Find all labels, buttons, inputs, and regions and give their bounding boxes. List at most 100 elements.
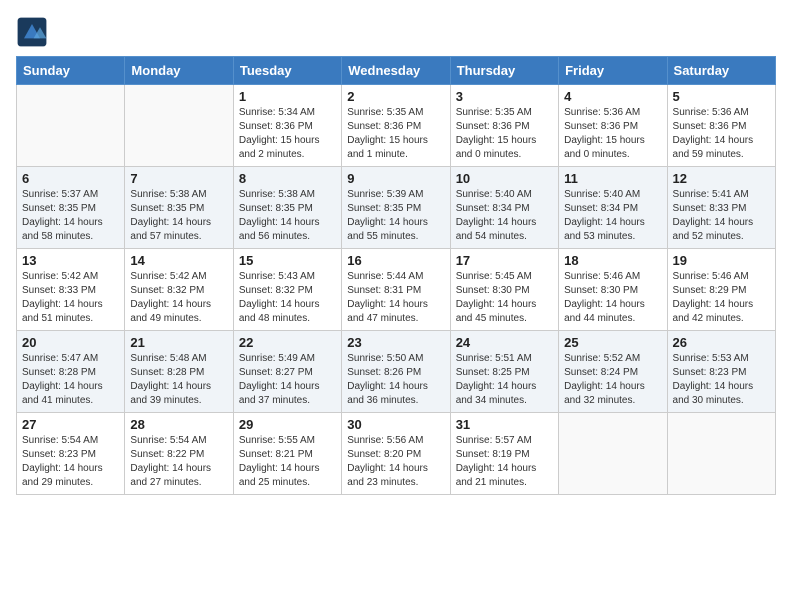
weekday-header: Saturday [667,57,775,85]
day-number: 26 [673,335,770,350]
day-number: 9 [347,171,444,186]
calendar-cell: 23 Sunrise: 5:50 AM Sunset: 8:26 PM Dayli… [342,331,450,413]
calendar-cell: 27 Sunrise: 5:54 AM Sunset: 8:23 PM Dayli… [17,413,125,495]
day-number: 3 [456,89,553,104]
day-number: 28 [130,417,227,432]
day-detail: Sunrise: 5:48 AM Sunset: 8:28 PM Dayligh… [130,352,227,408]
day-detail: Sunrise: 5:41 AM Sunset: 8:33 PM Dayligh… [673,188,770,244]
day-number: 20 [22,335,119,350]
calendar-cell: 22 Sunrise: 5:49 AM Sunset: 8:27 PM Dayli… [233,331,341,413]
calendar-cell: 14Sunrise: 5:42 AM Sunset: 8:32 PM Dayli… [125,249,233,331]
day-number: 6 [22,171,119,186]
day-number: 5 [673,89,770,104]
calendar-cell: 25 Sunrise: 5:52 AM Sunset: 8:24 PM Dayli… [559,331,667,413]
day-detail: Sunrise: 5:54 AM Sunset: 8:22 PM Dayligh… [130,434,227,490]
calendar-cell [17,85,125,167]
calendar-cell: 30 Sunrise: 5:56 AM Sunset: 8:20 PM Dayli… [342,413,450,495]
day-number: 12 [673,171,770,186]
calendar-week-row: 1 Sunrise: 5:34 AM Sunset: 8:36 PM Daylig… [17,85,776,167]
day-number: 7 [130,171,227,186]
day-detail: Sunrise: 5:40 AM Sunset: 8:34 PM Dayligh… [456,188,553,244]
calendar-cell: 7 Sunrise: 5:38 AM Sunset: 8:35 PM Daylig… [125,167,233,249]
calendar-cell: 10 Sunrise: 5:40 AM Sunset: 8:34 PM Dayli… [450,167,558,249]
day-detail: Sunrise: 5:46 AM Sunset: 8:30 PM Dayligh… [564,270,661,326]
calendar-cell: 12 Sunrise: 5:41 AM Sunset: 8:33 PM Dayli… [667,167,775,249]
calendar-cell: 20 Sunrise: 5:47 AM Sunset: 8:28 PM Dayli… [17,331,125,413]
day-detail: Sunrise: 5:35 AM Sunset: 8:36 PM Dayligh… [347,106,444,162]
weekday-header: Sunday [17,57,125,85]
calendar-cell: 2Sunrise: 5:35 AM Sunset: 8:36 PM Daylig… [342,85,450,167]
day-number: 15 [239,253,336,268]
day-number: 21 [130,335,227,350]
calendar-cell: 21 Sunrise: 5:48 AM Sunset: 8:28 PM Dayli… [125,331,233,413]
calendar-cell: 26 Sunrise: 5:53 AM Sunset: 8:23 PM Dayli… [667,331,775,413]
day-detail: Sunrise: 5:55 AM Sunset: 8:21 PM Dayligh… [239,434,336,490]
weekday-header: Monday [125,57,233,85]
calendar-cell: 8Sunrise: 5:38 AM Sunset: 8:35 PM Daylig… [233,167,341,249]
day-number: 4 [564,89,661,104]
day-detail: Sunrise: 5:46 AM Sunset: 8:29 PM Dayligh… [673,270,770,326]
day-detail: Sunrise: 5:50 AM Sunset: 8:26 PM Dayligh… [347,352,444,408]
weekday-header: Wednesday [342,57,450,85]
day-number: 10 [456,171,553,186]
day-detail: Sunrise: 5:43 AM Sunset: 8:32 PM Dayligh… [239,270,336,326]
day-detail: Sunrise: 5:45 AM Sunset: 8:30 PM Dayligh… [456,270,553,326]
day-number: 27 [22,417,119,432]
day-detail: Sunrise: 5:35 AM Sunset: 8:36 PM Dayligh… [456,106,553,162]
day-detail: Sunrise: 5:47 AM Sunset: 8:28 PM Dayligh… [22,352,119,408]
weekday-header: Friday [559,57,667,85]
calendar-cell: 11 Sunrise: 5:40 AM Sunset: 8:34 PM Dayli… [559,167,667,249]
day-detail: Sunrise: 5:37 AM Sunset: 8:35 PM Dayligh… [22,188,119,244]
day-detail: Sunrise: 5:57 AM Sunset: 8:19 PM Dayligh… [456,434,553,490]
day-number: 22 [239,335,336,350]
day-number: 1 [239,89,336,104]
day-detail: Sunrise: 5:51 AM Sunset: 8:25 PM Dayligh… [456,352,553,408]
day-detail: Sunrise: 5:54 AM Sunset: 8:23 PM Dayligh… [22,434,119,490]
day-number: 24 [456,335,553,350]
calendar-cell: 28 Sunrise: 5:54 AM Sunset: 8:22 PM Dayli… [125,413,233,495]
calendar-cell [559,413,667,495]
day-detail: Sunrise: 5:49 AM Sunset: 8:27 PM Dayligh… [239,352,336,408]
day-number: 17 [456,253,553,268]
day-detail: Sunrise: 5:42 AM Sunset: 8:32 PM Dayligh… [130,270,227,326]
calendar-cell [667,413,775,495]
day-detail: Sunrise: 5:53 AM Sunset: 8:23 PM Dayligh… [673,352,770,408]
calendar-header-row: SundayMondayTuesdayWednesdayThursdayFrid… [17,57,776,85]
day-number: 13 [22,253,119,268]
day-detail: Sunrise: 5:38 AM Sunset: 8:35 PM Dayligh… [130,188,227,244]
day-number: 25 [564,335,661,350]
day-number: 29 [239,417,336,432]
page-header [16,16,776,48]
calendar-week-row: 13Sunrise: 5:42 AM Sunset: 8:33 PM Dayli… [17,249,776,331]
calendar-cell: 3 Sunrise: 5:35 AM Sunset: 8:36 PM Daylig… [450,85,558,167]
calendar-cell: 17 Sunrise: 5:45 AM Sunset: 8:30 PM Dayli… [450,249,558,331]
day-detail: Sunrise: 5:40 AM Sunset: 8:34 PM Dayligh… [564,188,661,244]
logo [16,16,52,48]
calendar-cell: 19Sunrise: 5:46 AM Sunset: 8:29 PM Dayli… [667,249,775,331]
calendar-week-row: 6 Sunrise: 5:37 AM Sunset: 8:35 PM Daylig… [17,167,776,249]
day-number: 11 [564,171,661,186]
calendar-week-row: 27 Sunrise: 5:54 AM Sunset: 8:23 PM Dayli… [17,413,776,495]
weekday-header: Tuesday [233,57,341,85]
day-detail: Sunrise: 5:56 AM Sunset: 8:20 PM Dayligh… [347,434,444,490]
logo-icon [16,16,48,48]
calendar-cell [125,85,233,167]
day-number: 23 [347,335,444,350]
day-detail: Sunrise: 5:52 AM Sunset: 8:24 PM Dayligh… [564,352,661,408]
day-number: 30 [347,417,444,432]
calendar-cell: 1 Sunrise: 5:34 AM Sunset: 8:36 PM Daylig… [233,85,341,167]
calendar-cell: 5 Sunrise: 5:36 AM Sunset: 8:36 PM Daylig… [667,85,775,167]
day-number: 18 [564,253,661,268]
day-detail: Sunrise: 5:36 AM Sunset: 8:36 PM Dayligh… [673,106,770,162]
calendar-cell: 4Sunrise: 5:36 AM Sunset: 8:36 PM Daylig… [559,85,667,167]
calendar-cell: 31Sunrise: 5:57 AM Sunset: 8:19 PM Dayli… [450,413,558,495]
calendar-cell: 13Sunrise: 5:42 AM Sunset: 8:33 PM Dayli… [17,249,125,331]
calendar-cell: 9 Sunrise: 5:39 AM Sunset: 8:35 PM Daylig… [342,167,450,249]
day-detail: Sunrise: 5:34 AM Sunset: 8:36 PM Dayligh… [239,106,336,162]
calendar-week-row: 20 Sunrise: 5:47 AM Sunset: 8:28 PM Dayli… [17,331,776,413]
calendar-cell: 18 Sunrise: 5:46 AM Sunset: 8:30 PM Dayli… [559,249,667,331]
day-detail: Sunrise: 5:39 AM Sunset: 8:35 PM Dayligh… [347,188,444,244]
calendar-cell: 16Sunrise: 5:44 AM Sunset: 8:31 PM Dayli… [342,249,450,331]
calendar-cell: 15 Sunrise: 5:43 AM Sunset: 8:32 PM Dayli… [233,249,341,331]
day-number: 8 [239,171,336,186]
